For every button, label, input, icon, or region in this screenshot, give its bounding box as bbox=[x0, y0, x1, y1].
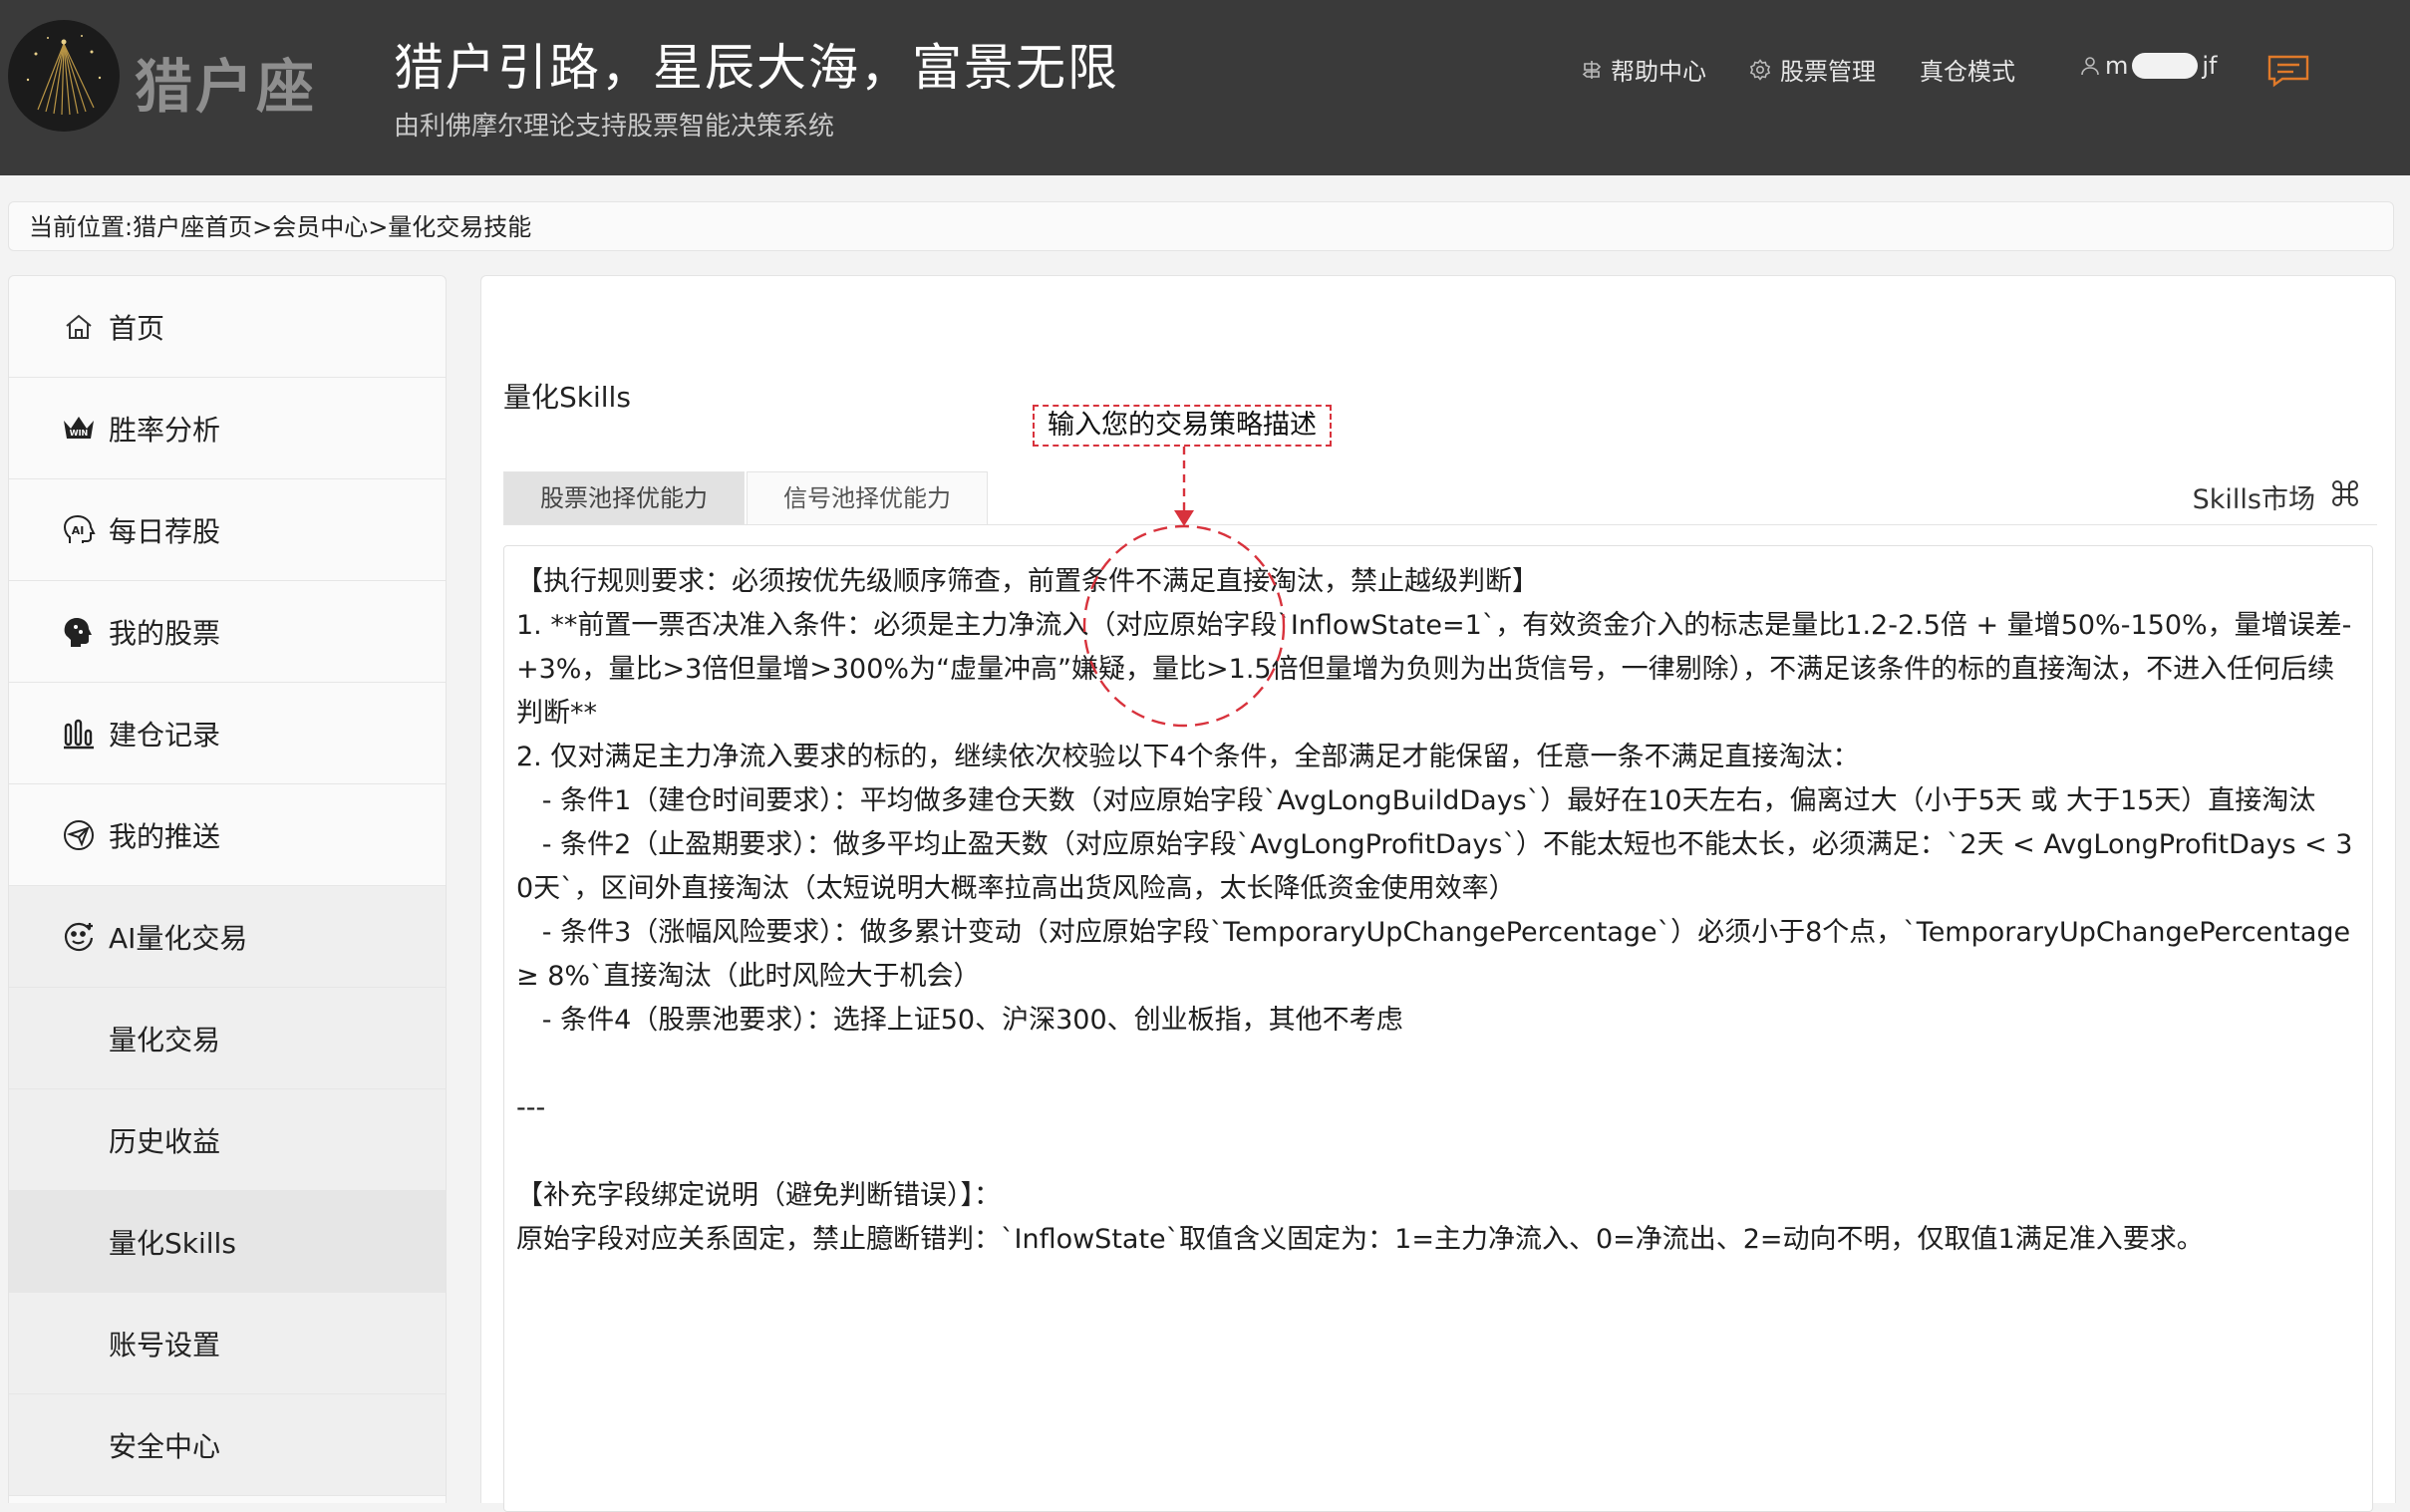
sidebar-item-label: 建仓记录 bbox=[109, 718, 221, 752]
tab-stock-pool[interactable]: 股票池择优能力 bbox=[503, 471, 745, 524]
skills-market-link[interactable]: Skills市场 bbox=[2193, 477, 2359, 516]
send-icon bbox=[61, 817, 97, 853]
sidebar-subitem-history-profit[interactable]: 历史收益 bbox=[9, 1089, 446, 1191]
username-redacted bbox=[2132, 53, 2199, 79]
site-slogan: 猎户引路，星辰大海，富景无限 bbox=[394, 39, 1119, 97]
tabs-divider bbox=[503, 524, 2377, 525]
tab-signal-pool[interactable]: 信号池择优能力 bbox=[747, 471, 988, 524]
nav-real-mode-label: 真仓模式 bbox=[1920, 58, 2015, 86]
message-icon[interactable] bbox=[2266, 54, 2310, 92]
top-header: 猎户座 猎户引路，星辰大海，富景无限 由利佛摩尔理论支持股票智能决策系统 帮助中… bbox=[0, 0, 2410, 175]
sidebar-subitem-account-settings[interactable]: 账号设置 bbox=[9, 1293, 446, 1394]
sidebar-item-my-stocks[interactable]: 我的股票 bbox=[9, 581, 446, 683]
sidebar-item-win-rate[interactable]: WIN 胜率分析 bbox=[9, 378, 446, 479]
sidebar-subitem-quant-trade[interactable]: 量化交易 bbox=[9, 988, 446, 1089]
nav-stock-manage[interactable]: 股票管理 bbox=[1748, 52, 1876, 87]
sidebar-item-label: 历史收益 bbox=[109, 1124, 221, 1158]
page-title: 量化Skills bbox=[503, 381, 631, 414]
sidebar-item-build-records[interactable]: 建仓记录 bbox=[9, 683, 446, 784]
signpost-icon bbox=[1581, 59, 1603, 81]
breadcrumb: 当前位置:猎户座首页>会员中心>量化交易技能 bbox=[8, 201, 2394, 251]
svg-text:WIN: WIN bbox=[70, 429, 89, 438]
username-prefix: m bbox=[2105, 52, 2129, 80]
sidebar-item-label: 账号设置 bbox=[109, 1328, 221, 1361]
logo-text: 猎户座 bbox=[135, 53, 318, 121]
nav-help-label: 帮助中心 bbox=[1611, 58, 1706, 86]
gear-icon bbox=[1748, 58, 1772, 82]
annotation-label: 输入您的交易策略描述 bbox=[1033, 405, 1332, 447]
skills-market-label: Skills市场 bbox=[2192, 484, 2315, 515]
home-icon bbox=[61, 309, 97, 345]
nav-real-mode[interactable]: 真仓模式 bbox=[1920, 52, 2015, 87]
sidebar-item-label: 每日荐股 bbox=[109, 514, 221, 548]
site-subslogan: 由利佛摩尔理论支持股票智能决策系统 bbox=[394, 112, 835, 142]
crown-icon: WIN bbox=[61, 411, 97, 447]
user-icon bbox=[2079, 55, 2101, 77]
strategy-textarea[interactable]: 【执行规则要求：必须按优先级顺序筛查，前置条件不满足直接淘汰，禁止越级判断】 1… bbox=[503, 545, 2373, 1512]
bar-chart-icon bbox=[61, 716, 97, 752]
sidebar-subitem-security-center[interactable]: 安全中心 bbox=[9, 1394, 446, 1496]
sidebar-item-label: 胜率分析 bbox=[109, 413, 221, 447]
logo-icon[interactable] bbox=[8, 20, 120, 132]
sidebar-item-home[interactable]: 首页 bbox=[9, 276, 446, 378]
sidebar-item-ai-quant[interactable]: AI量化交易 bbox=[9, 886, 446, 988]
sidebar-item-label: AI量化交易 bbox=[109, 921, 248, 955]
svg-text:AI: AI bbox=[72, 524, 85, 537]
nav-stock-manage-label: 股票管理 bbox=[1780, 58, 1876, 86]
sidebar-item-label: 我的股票 bbox=[109, 616, 221, 650]
sidebar-subitem-quant-skills[interactable]: 量化Skills bbox=[9, 1191, 446, 1293]
sidebar-item-daily-picks[interactable]: AI 每日荐股 bbox=[9, 479, 446, 581]
sidebar-item-label: 量化交易 bbox=[109, 1023, 221, 1057]
sidebar-item-my-push[interactable]: 我的推送 bbox=[9, 784, 446, 886]
nav-help-center[interactable]: 帮助中心 bbox=[1581, 52, 1706, 87]
brain-icon bbox=[61, 614, 97, 650]
sidebar-item-label: 我的推送 bbox=[109, 819, 221, 853]
skill-tabs: 股票池择优能力 信号池择优能力 bbox=[503, 471, 990, 525]
ai-head-icon: AI bbox=[61, 512, 97, 548]
sidebar-item-label: 量化Skills bbox=[109, 1226, 236, 1260]
ai-face-icon bbox=[61, 919, 97, 955]
nav-user-account[interactable]: m jf bbox=[2079, 52, 2218, 80]
sidebar-item-label: 安全中心 bbox=[109, 1429, 221, 1463]
username-suffix: jf bbox=[2202, 52, 2218, 80]
sidebar: 首页 WIN 胜率分析 AI 每日荐股 我的股票 建仓记录 我的推送 AI量化交 bbox=[8, 275, 447, 1503]
sidebar-item-label: 首页 bbox=[109, 311, 165, 345]
main-panel: 量化Skills 股票池择优能力 信号池择优能力 Skills市场 【执行规则要… bbox=[480, 275, 2396, 1512]
command-icon bbox=[2331, 479, 2359, 514]
